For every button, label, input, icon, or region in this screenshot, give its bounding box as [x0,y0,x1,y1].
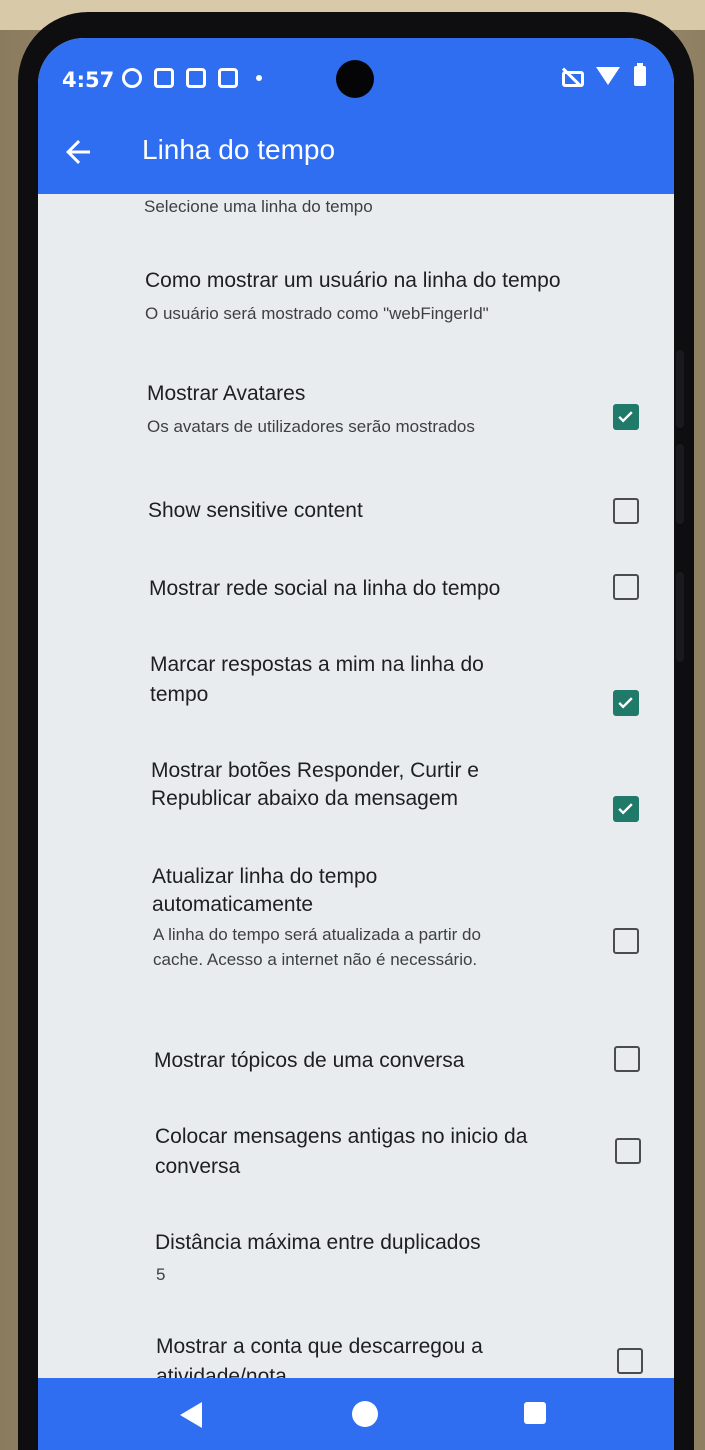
pref-show-threads[interactable]: Mostrar tópicos de uma conversa [38,1024,674,1100]
wifi-icon [596,67,620,85]
pref-title-line1: Atualizar linha do tempo [152,865,378,888]
pref-mark-replies[interactable]: Marcar respostas a mim na linha do tempo [38,638,674,738]
show-threads-checkbox[interactable] [614,1046,640,1072]
nav-home-icon[interactable] [352,1401,378,1427]
face-icon [122,68,142,88]
show-download-account-checkbox[interactable] [617,1348,643,1374]
pref-summary-line1: A linha do tempo será atualizada a parti… [153,925,481,944]
battery-icon [634,63,646,86]
system-icons [560,63,646,87]
pref-title-line1: Marcar respostas a mim na linha do [150,653,484,676]
app-bar: Linha do tempo [38,110,674,194]
pref-title: Mostrar Avatares [147,382,306,405]
pref-auto-refresh[interactable]: Atualizar linha do tempo automaticamente… [38,850,674,1010]
pref-title-line2: Republicar abaixo da mensagem [151,787,459,810]
mark-replies-checkbox[interactable] [613,690,639,716]
pref-title: Show sensitive content [148,499,363,522]
show-avatars-checkbox[interactable] [613,404,639,430]
old-messages-first-checkbox[interactable] [615,1138,641,1164]
chat-icon [218,68,238,88]
pref-title: Como mostrar um usuário na linha do temp… [145,269,561,292]
pref-summary: 5 [156,1265,166,1284]
pref-title-line2: tempo [150,683,209,706]
pref-summary: Selecione uma linha do tempo [144,197,373,216]
screen: 4:57 Linha do tempo Selecione uma linha … [38,38,674,1450]
status-bar: 4:57 [38,38,674,110]
check-icon [618,411,633,423]
pref-sensitive-content[interactable]: Show sensitive content [38,476,674,552]
pref-user-display[interactable]: Como mostrar um usuário na linha do temp… [38,254,674,344]
show-network-checkbox[interactable] [613,574,639,600]
volume-up-button [676,350,684,428]
volume-down-button [676,444,684,524]
pref-title: Distância máxima entre duplicados [155,1231,481,1254]
notification-icons [122,68,262,88]
page-title: Linha do tempo [142,134,336,165]
mute-icon [560,67,584,87]
show-buttons-checkbox[interactable] [613,796,639,822]
auto-refresh-checkbox[interactable] [613,928,639,954]
sim-icon [154,68,174,88]
power-button [676,572,684,662]
pref-title-line2: conversa [155,1155,241,1178]
front-camera [336,60,374,98]
pref-old-messages-first[interactable]: Colocar mensagens antigas no inicio da c… [38,1108,674,1208]
status-time: 4:57 [62,68,115,92]
pref-summary: Os avatars de utilizadores serão mostrad… [147,417,475,436]
bag-icon [186,68,206,88]
arrow-left-icon [66,140,90,164]
check-icon [618,697,633,709]
pref-title-line1: Mostrar a conta que descarregou a [156,1335,483,1358]
pref-show-buttons[interactable]: Mostrar botões Responder, Curtir e Repub… [38,744,674,844]
pref-title: Mostrar rede social na linha do tempo [149,577,501,600]
pref-show-network[interactable]: Mostrar rede social na linha do tempo [38,560,674,636]
check-icon [618,803,633,815]
nav-recents-icon[interactable] [524,1402,546,1424]
sensitive-content-checkbox[interactable] [613,498,639,524]
navigation-bar [38,1378,674,1450]
pref-title-line1: Colocar mensagens antigas no inicio da [155,1125,528,1148]
pref-show-avatars[interactable]: Mostrar Avatares Os avatars de utilizado… [38,372,674,462]
pref-max-distance[interactable]: Distância máxima entre duplicados 5 [38,1214,674,1304]
pref-summary-line2: cache. Acesso a internet não é necessári… [153,950,478,969]
preferences-list: Selecione uma linha do tempo Como mostra… [38,194,674,1388]
pref-title-line1: Mostrar botões Responder, Curtir e [151,759,479,782]
dot-icon [256,75,262,81]
pref-timeline-select[interactable]: Selecione uma linha do tempo [38,194,674,234]
pref-title-line2: automaticamente [152,893,314,916]
pref-summary: O usuário será mostrado como "webFingerI… [145,304,489,323]
pref-title: Mostrar tópicos de uma conversa [154,1049,465,1072]
back-button[interactable] [60,134,100,170]
nav-back-icon[interactable] [180,1402,202,1428]
